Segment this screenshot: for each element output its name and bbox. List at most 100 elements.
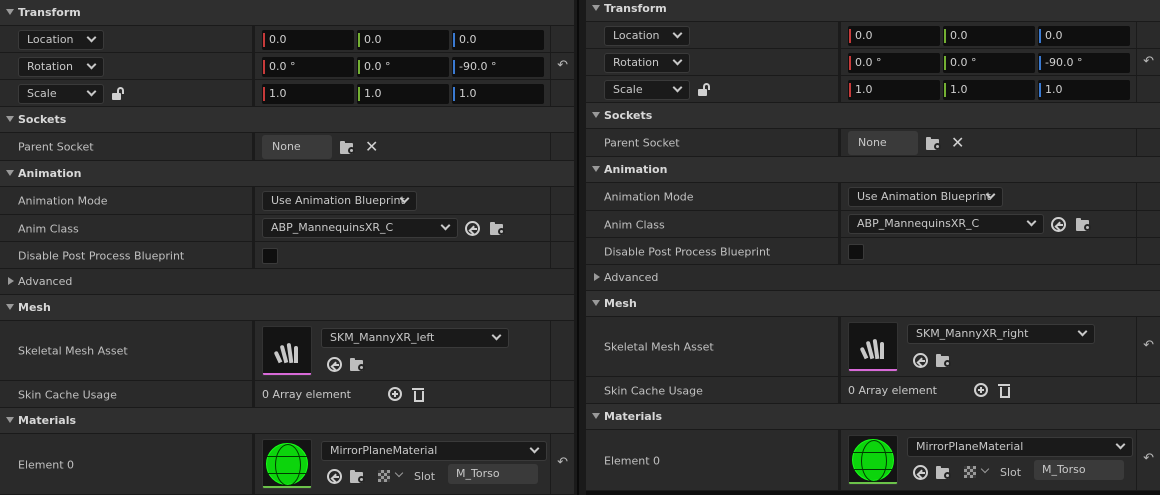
rotation-mode-dropdown[interactable]: Rotation [604,53,690,73]
category-materials[interactable]: Materials [586,404,1160,430]
location-y-field[interactable]: 0.0 [357,30,449,50]
reset-arrow-icon[interactable]: ↶ [557,455,568,470]
animation-mode-dropdown[interactable]: Use Animation Blueprint [848,187,1003,207]
use-selected-arrow-icon[interactable] [327,357,342,372]
category-animation[interactable]: Animation [0,161,574,187]
scale-y-field[interactable]: 1.0 [357,84,449,104]
panel-splitter[interactable] [574,0,586,495]
property-label: Disable Post Process Blueprint [604,245,771,258]
clear-x-icon[interactable]: ✕ [365,139,378,155]
use-selected-arrow-icon[interactable] [913,465,928,480]
category-sockets[interactable]: Sockets [0,107,574,133]
anim-class-dropdown[interactable]: ABP_MannequinsXR_C [262,218,458,238]
plus-circle-icon[interactable] [388,387,402,401]
rotation-z-field[interactable]: -90.0 ° [1038,53,1130,73]
anim-class-dropdown[interactable]: ABP_MannequinsXR_C [848,214,1044,234]
property-label: Element 0 [604,454,661,467]
scale-y-field[interactable]: 1.0 [943,80,1035,100]
skeletal-mesh-dropdown[interactable]: SKM_MannyXR_right [907,324,1095,344]
category-advanced[interactable]: Advanced [586,265,1160,291]
location-y-field[interactable]: 0.0 [943,26,1035,46]
location-mode-dropdown[interactable]: Location [18,30,104,50]
reset-arrow-icon[interactable]: ↶ [557,58,568,73]
parent-socket-field[interactable]: None [848,131,918,155]
category-advanced[interactable]: Advanced [0,269,574,295]
material-sphere-icon [266,443,308,486]
reset-arrow-icon[interactable]: ↶ [1143,451,1154,466]
collapse-arrow-icon [594,273,600,281]
rotation-z-field[interactable]: -90.0 ° [452,57,544,77]
expand-arrow-icon [592,300,600,306]
scale-x-field[interactable]: 1.0 [848,80,940,100]
location-mode-dropdown[interactable]: Location [604,26,690,46]
lock-icon[interactable] [698,83,710,97]
property-label: Skin Cache Usage [604,384,703,397]
scale-x-field[interactable]: 1.0 [262,84,354,104]
browse-folder-icon[interactable] [350,358,366,371]
checker-texture-icon[interactable] [378,470,390,482]
property-label: Skin Cache Usage [18,388,117,401]
lock-icon[interactable] [112,87,124,101]
parent-socket-field[interactable]: None [262,135,332,159]
location-x-field[interactable]: 0.0 [848,26,940,46]
material-thumbnail[interactable] [848,435,898,485]
mesh-thumbnail[interactable] [848,322,898,372]
property-row-animation-mode: Animation Mode Use Animation Blueprint [586,183,1160,211]
scale-mode-dropdown[interactable]: Scale [604,80,690,100]
skeletal-mesh-dropdown[interactable]: SKM_MannyXR_left [321,328,509,348]
category-sockets[interactable]: Sockets [586,103,1160,129]
browse-folder-icon[interactable] [936,466,952,479]
animation-mode-dropdown[interactable]: Use Animation Blueprint [262,191,417,211]
browse-folder-icon[interactable] [340,141,356,154]
location-z-field[interactable]: 0.0 [452,30,544,50]
category-mesh[interactable]: Mesh [0,295,574,321]
property-row-skin-cache: Skin Cache Usage 0 Array element [0,381,574,408]
trash-icon[interactable] [998,383,1010,398]
disable-post-process-checkbox[interactable] [262,248,278,264]
category-materials[interactable]: Materials [0,408,574,434]
clear-x-icon[interactable]: ✕ [951,135,964,151]
use-selected-arrow-icon[interactable] [465,221,480,236]
rotation-y-field[interactable]: 0.0 ° [943,53,1035,73]
browse-folder-icon[interactable] [1076,218,1092,231]
property-row-location: Location 0.0 0.0 0.0 [0,26,574,53]
rotation-x-field[interactable]: 0.0 ° [262,57,354,77]
use-selected-arrow-icon[interactable] [327,469,342,484]
category-transform[interactable]: Transform [0,0,574,26]
rotation-x-field[interactable]: 0.0 ° [848,53,940,73]
browse-folder-icon[interactable] [350,470,366,483]
material-dropdown[interactable]: MirrorPlaneMaterial [321,441,547,461]
expand-arrow-icon [592,112,600,118]
reset-arrow-icon[interactable]: ↶ [1143,54,1154,69]
chevron-down-icon [529,443,540,454]
chevron-down-icon [491,330,502,341]
rotation-y-field[interactable]: 0.0 ° [357,57,449,77]
material-thumbnail[interactable] [262,439,312,489]
category-transform[interactable]: Transform [586,0,1160,22]
browse-folder-icon[interactable] [936,354,952,367]
checker-texture-icon[interactable] [964,466,976,478]
material-dropdown[interactable]: MirrorPlaneMaterial [907,437,1133,457]
category-animation[interactable]: Animation [586,157,1160,183]
reset-arrow-icon[interactable]: ↶ [1143,338,1154,353]
expand-arrow-icon [592,166,600,172]
mesh-thumbnail[interactable] [262,326,312,376]
category-mesh[interactable]: Mesh [586,291,1160,317]
scale-mode-dropdown[interactable]: Scale [18,84,104,104]
use-selected-arrow-icon[interactable] [1051,217,1066,232]
scale-z-field[interactable]: 1.0 [1038,80,1130,100]
browse-folder-icon[interactable] [926,137,942,150]
scale-z-field[interactable]: 1.0 [452,84,544,104]
plus-circle-icon[interactable] [974,383,988,397]
disable-post-process-checkbox[interactable] [848,244,864,260]
scale-mode-label: Scale [27,87,57,100]
location-x-field[interactable]: 0.0 [262,30,354,50]
location-z-field[interactable]: 0.0 [1038,26,1130,46]
rotation-mode-dropdown[interactable]: Rotation [18,57,104,77]
trash-icon[interactable] [412,387,424,402]
property-label: Animation Mode [604,190,694,204]
browse-folder-icon[interactable] [490,222,506,235]
slot-field[interactable]: M_Torso [448,464,538,484]
use-selected-arrow-icon[interactable] [913,353,928,368]
slot-field[interactable]: M_Torso [1034,460,1124,480]
